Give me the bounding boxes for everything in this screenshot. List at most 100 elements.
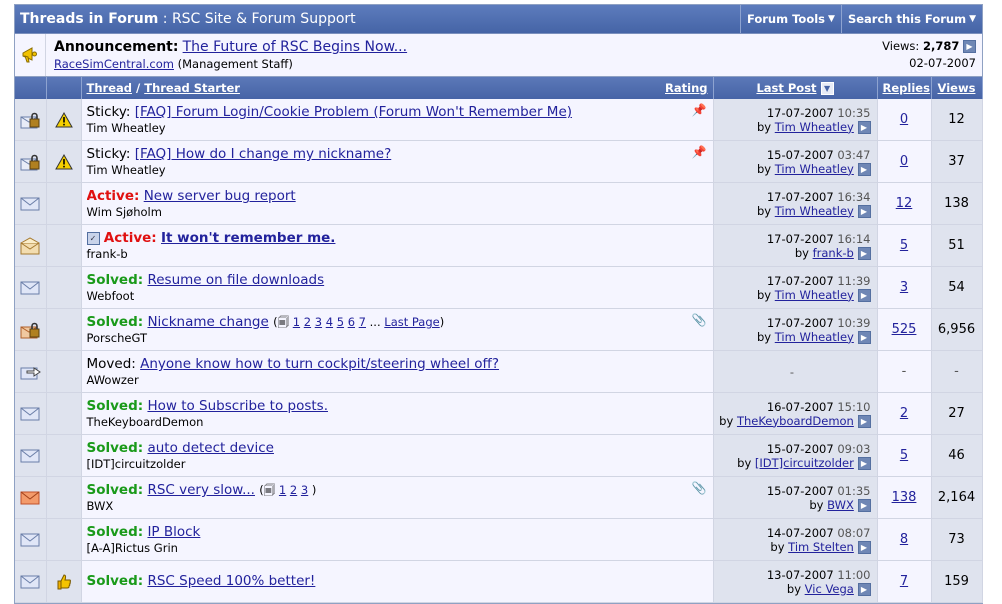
last-poster-link[interactable]: Vic Vega: [805, 582, 854, 596]
forum-tools-menu[interactable]: Forum Tools ▼: [739, 5, 841, 33]
sort-desc-icon[interactable]: ▼: [820, 82, 834, 95]
thread-title-link[interactable]: Anyone know how to turn cockpit/steering…: [140, 356, 499, 372]
announcement-title-link[interactable]: The Future of RSC Begins Now...: [183, 39, 407, 55]
go-to-last-post-icon[interactable]: ▶: [857, 498, 871, 512]
thread-starter: TheKeyboardDemon: [86, 415, 204, 429]
checkmark-icon: ✓: [86, 231, 100, 245]
replies-count-link[interactable]: 8: [900, 532, 908, 547]
replies-count-link[interactable]: 12: [896, 196, 913, 211]
page-link[interactable]: 3: [301, 483, 308, 497]
thread-status-cell: [15, 560, 47, 603]
last-post-date: 17-07-2007: [766, 231, 834, 246]
thread-title-link[interactable]: RSC very slow...: [147, 482, 255, 498]
page-link[interactable]: 1: [279, 483, 286, 497]
search-forum-menu[interactable]: Search this Forum ▼: [840, 5, 982, 33]
views-cell: -: [931, 350, 983, 393]
page-link[interactable]: 1: [293, 315, 300, 329]
go-to-last-post-icon[interactable]: ▶: [857, 288, 871, 302]
chevron-down-icon: ▼: [969, 14, 976, 24]
sort-by-replies-link[interactable]: Replies: [883, 81, 930, 95]
last-poster-link[interactable]: BWX: [827, 498, 854, 512]
title-separator: :: [162, 11, 168, 27]
last-post-by: by: [756, 119, 772, 134]
last-poster-link[interactable]: frank-b: [813, 246, 854, 260]
last-poster-link[interactable]: Tim Stelten: [788, 540, 854, 554]
thread-icon-cell: [46, 99, 82, 141]
replies-cell: 7: [877, 560, 932, 603]
thread-status-cell: [15, 182, 47, 225]
envelope-hot-icon: [15, 490, 46, 506]
page-link[interactable]: 7: [359, 315, 366, 329]
go-to-last-post-icon[interactable]: ▶: [857, 414, 871, 428]
sort-by-views-link[interactable]: Views: [938, 81, 976, 95]
last-poster-link[interactable]: Tim Wheatley: [775, 288, 854, 302]
replies-count-link[interactable]: 0: [900, 154, 908, 169]
thread-title-link[interactable]: RSC Speed 100% better!: [147, 573, 315, 589]
thread-icon-cell: [46, 224, 82, 267]
thread-prefix: Solved:: [86, 272, 144, 288]
pages-ellipsis: ...: [369, 315, 381, 329]
last-poster-link[interactable]: [IDT]circuitzolder: [755, 456, 854, 470]
replies-count-link[interactable]: 3: [900, 280, 908, 295]
go-to-last-post-icon[interactable]: ▶: [857, 204, 871, 218]
page-link[interactable]: 4: [326, 315, 333, 329]
thread-title-link[interactable]: IP Block: [147, 524, 200, 540]
thread-title-link[interactable]: Resume on file downloads: [147, 272, 324, 288]
sort-by-starter-link[interactable]: Thread Starter: [144, 81, 240, 95]
thread-icon-cell: [46, 266, 82, 309]
thread-title-link[interactable]: [FAQ] Forum Login/Cookie Problem (Forum …: [135, 104, 572, 120]
go-to-last-post-icon[interactable]: ▶: [857, 246, 871, 260]
sort-by-thread-link[interactable]: Thread: [87, 81, 133, 95]
header-slash: /: [136, 81, 141, 95]
thread-title-link[interactable]: It won't remember me.: [161, 230, 335, 246]
thread-title-link[interactable]: How to Subscribe to posts.: [147, 398, 328, 414]
thread-title-link[interactable]: auto detect device: [147, 440, 274, 456]
thread-prefix: Moved:: [86, 356, 136, 372]
go-to-last-post-icon[interactable]: ▶: [857, 540, 871, 554]
page-link[interactable]: 2: [290, 483, 297, 497]
go-to-last-post-icon[interactable]: ▶: [857, 162, 871, 176]
thread-title-link[interactable]: [FAQ] How do I change my nickname?: [135, 146, 392, 162]
replies-count-link[interactable]: 2: [900, 406, 908, 421]
announcement-author-link[interactable]: RaceSimCentral.com: [54, 57, 174, 71]
thread-title-link[interactable]: New server bug report: [144, 188, 296, 204]
replies-count-link[interactable]: 5: [900, 448, 908, 463]
last-poster-link[interactable]: Tim Wheatley: [775, 204, 854, 218]
last-post-date: 17-07-2007: [766, 273, 834, 288]
replies-count-link[interactable]: 5: [900, 238, 908, 253]
thread-cell: Solved: auto detect device [IDT]circuitzo…: [81, 434, 714, 477]
last-post-date: 14-07-2007: [766, 525, 834, 540]
thread-status-cell: [15, 308, 47, 351]
chevron-down-icon: ▼: [828, 14, 835, 24]
sort-by-rating-link[interactable]: Rating: [665, 81, 707, 95]
last-poster-link[interactable]: TheKeyboardDemon: [737, 414, 854, 428]
replies-count-link[interactable]: 138: [892, 490, 917, 505]
thread-cell: Solved: Resume on file downloads Webfoot: [81, 266, 714, 309]
sort-by-last-post-link[interactable]: Last Post: [756, 81, 816, 95]
last-poster-link[interactable]: Tim Wheatley: [775, 120, 854, 134]
last-post-by: by: [756, 329, 772, 344]
last-poster-link[interactable]: Tim Wheatley: [775, 162, 854, 176]
last-poster-link[interactable]: Tim Wheatley: [775, 330, 854, 344]
go-to-last-post-icon[interactable]: ▶: [857, 582, 871, 596]
thread-starter: Tim Wheatley: [86, 163, 166, 177]
page-link[interactable]: 6: [348, 315, 355, 329]
page-link[interactable]: 5: [337, 315, 344, 329]
replies-count-link[interactable]: 7: [900, 574, 908, 589]
go-to-last-post-icon[interactable]: ▶: [857, 120, 871, 134]
last-post-by: by: [794, 245, 809, 260]
last-post-date: 16-07-2007: [766, 399, 834, 414]
envelope-icon: [15, 574, 46, 590]
envelope-icon: [15, 448, 46, 464]
replies-count-link[interactable]: 525: [892, 322, 917, 337]
thread-starter: Webfoot: [86, 289, 135, 303]
pages-close-paren: ): [439, 315, 445, 329]
last-page-link[interactable]: Last Page: [384, 315, 439, 329]
replies-count-link[interactable]: 0: [900, 112, 908, 127]
go-to-announcement-icon[interactable]: ▶: [963, 40, 976, 53]
page-link[interactable]: 3: [315, 315, 322, 329]
go-to-last-post-icon[interactable]: ▶: [857, 330, 871, 344]
page-link[interactable]: 2: [304, 315, 311, 329]
go-to-last-post-icon[interactable]: ▶: [857, 456, 871, 470]
thread-title-link[interactable]: Nickname change: [147, 314, 268, 330]
